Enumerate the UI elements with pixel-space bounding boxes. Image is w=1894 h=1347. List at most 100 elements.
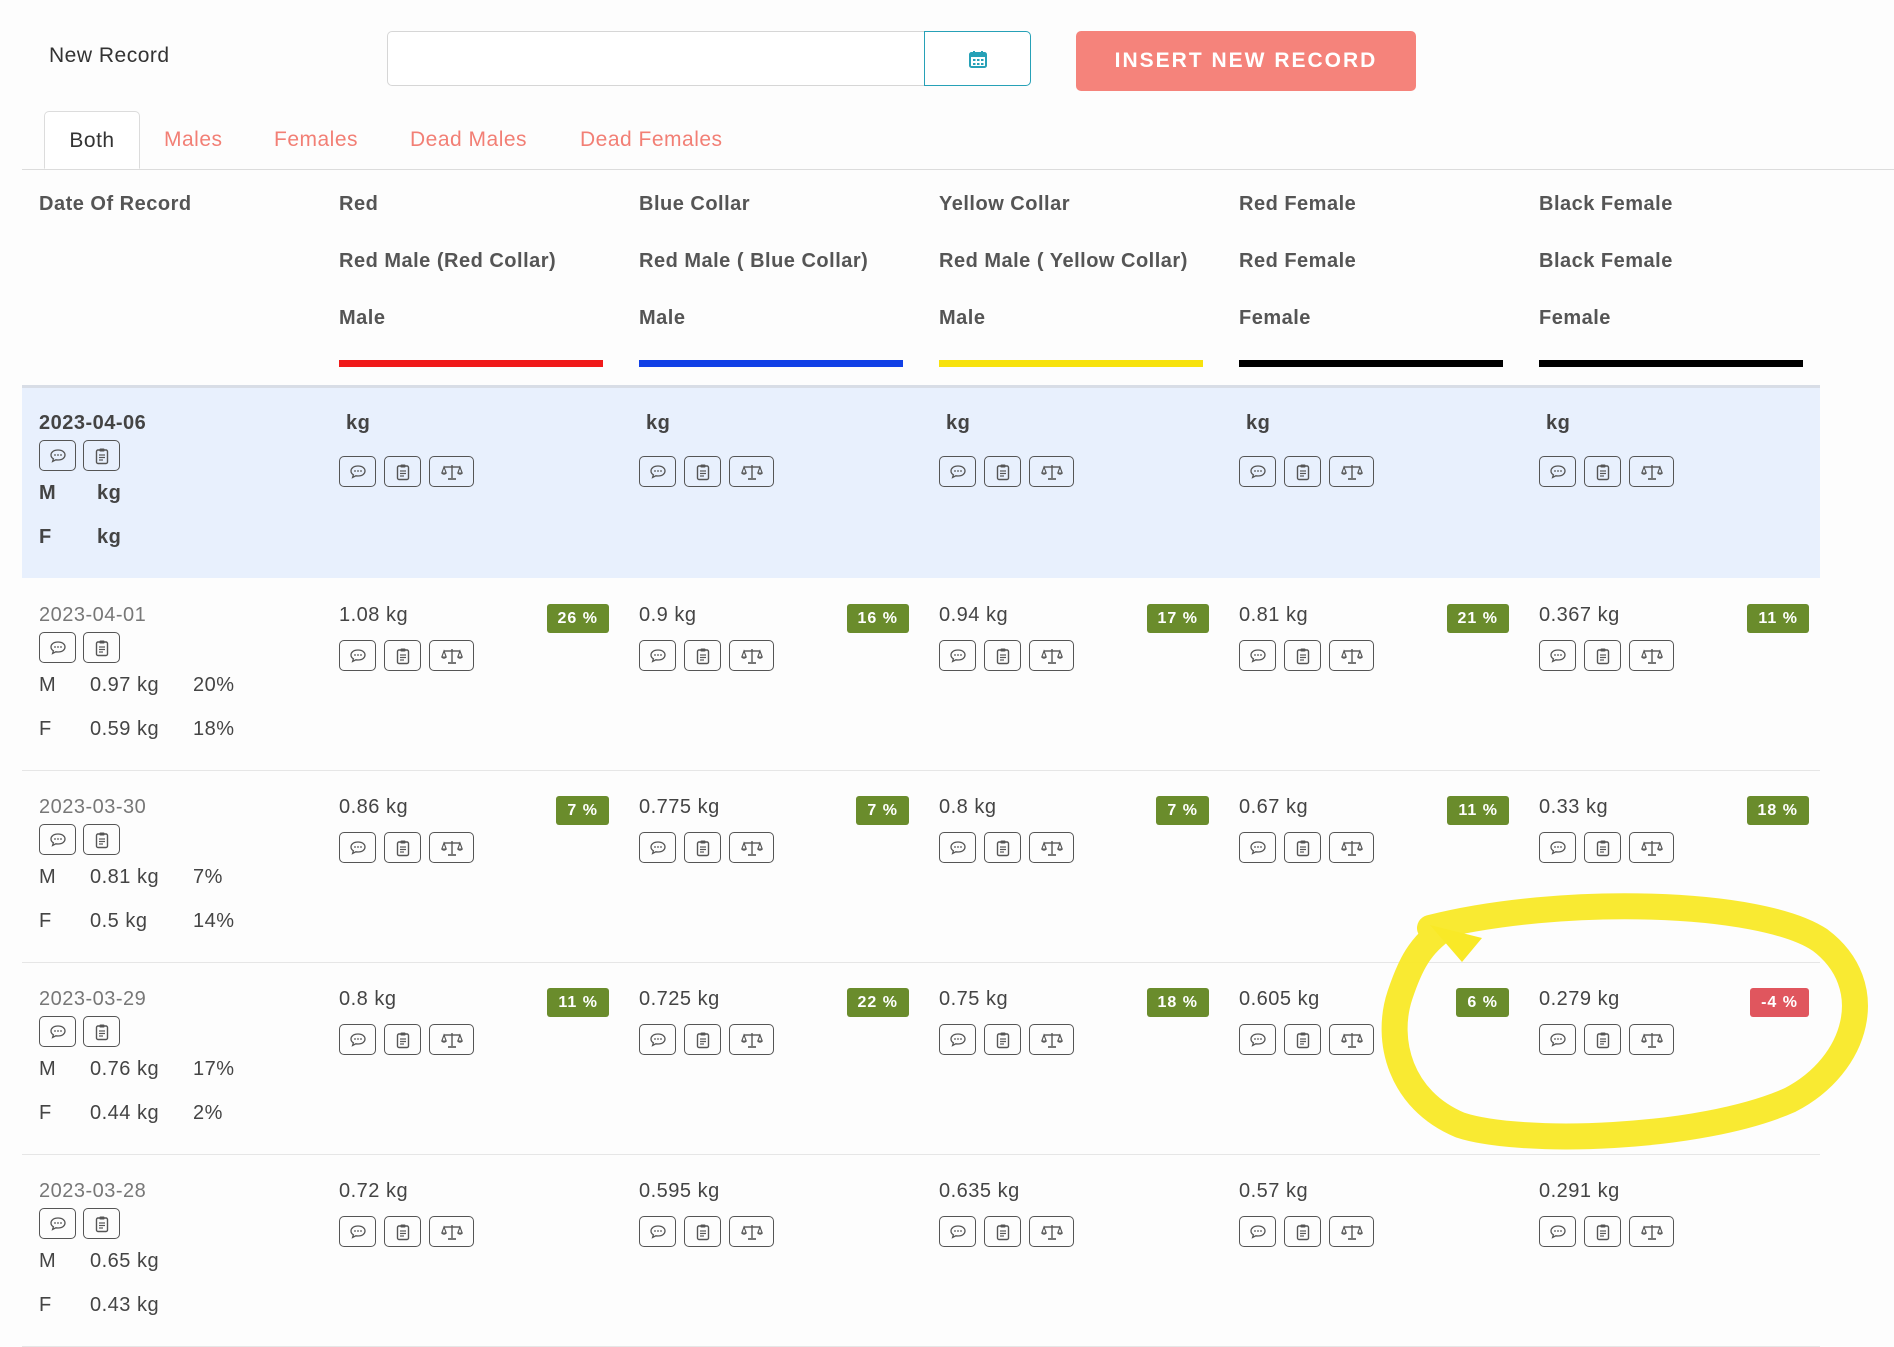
clipboard-button[interactable] — [83, 632, 120, 663]
scale-button[interactable] — [1629, 456, 1674, 487]
comment-button[interactable] — [39, 1208, 76, 1239]
clipboard-button[interactable] — [984, 1024, 1021, 1055]
scale-button[interactable] — [729, 1024, 774, 1055]
clipboard-button[interactable] — [1584, 1216, 1621, 1247]
comment-button[interactable] — [39, 1016, 76, 1047]
tab-females[interactable]: Females — [274, 111, 358, 169]
clipboard-button[interactable] — [684, 1024, 721, 1055]
comment-button[interactable] — [1239, 1216, 1276, 1247]
comment-button[interactable] — [39, 824, 76, 855]
insert-new-record-button[interactable]: INSERT NEW RECORD — [1076, 31, 1416, 91]
clipboard-icon — [95, 832, 108, 848]
comment-button[interactable] — [639, 1216, 676, 1247]
scale-button[interactable] — [729, 832, 774, 863]
clipboard-button[interactable] — [1284, 640, 1321, 671]
scale-button[interactable] — [1329, 1024, 1374, 1055]
clipboard-button[interactable] — [1584, 640, 1621, 671]
scale-button[interactable] — [429, 640, 474, 671]
scale-button[interactable] — [429, 1216, 474, 1247]
record-date-input[interactable] — [387, 31, 924, 86]
male-average-value: 0.65 kg — [90, 1250, 160, 1272]
clipboard-button[interactable] — [1584, 456, 1621, 487]
clipboard-button[interactable] — [83, 1208, 120, 1239]
scale-button[interactable] — [1629, 832, 1674, 863]
tab-both[interactable]: Both — [44, 111, 140, 169]
comment-button[interactable] — [639, 640, 676, 671]
clipboard-button[interactable] — [684, 640, 721, 671]
scale-button[interactable] — [729, 640, 774, 671]
scale-button[interactable] — [1029, 640, 1074, 671]
scale-button[interactable] — [429, 832, 474, 863]
clipboard-button[interactable] — [1584, 832, 1621, 863]
clipboard-button[interactable] — [1584, 1024, 1621, 1055]
clipboard-button[interactable] — [984, 640, 1021, 671]
scale-button[interactable] — [1629, 640, 1674, 671]
clipboard-button[interactable] — [1284, 832, 1321, 863]
tab-dead-males[interactable]: Dead Males — [410, 111, 527, 169]
comment-button[interactable] — [1539, 1216, 1576, 1247]
tab-dead-females[interactable]: Dead Females — [580, 111, 723, 169]
scale-button[interactable] — [1329, 456, 1374, 487]
clipboard-button[interactable] — [384, 832, 421, 863]
scale-button[interactable] — [429, 1024, 474, 1055]
comment-button[interactable] — [339, 832, 376, 863]
comment-button[interactable] — [639, 832, 676, 863]
comment-button[interactable] — [339, 640, 376, 671]
clipboard-button[interactable] — [384, 640, 421, 671]
comment-button[interactable] — [1239, 456, 1276, 487]
clipboard-button[interactable] — [984, 1216, 1021, 1247]
clipboard-button[interactable] — [1284, 456, 1321, 487]
clipboard-button[interactable] — [684, 456, 721, 487]
scale-button[interactable] — [1029, 1216, 1074, 1247]
scale-button[interactable] — [1629, 1216, 1674, 1247]
scale-button[interactable] — [729, 1216, 774, 1247]
comment-button[interactable] — [1539, 640, 1576, 671]
clipboard-button[interactable] — [83, 824, 120, 855]
comment-button[interactable] — [339, 456, 376, 487]
scale-button[interactable] — [1029, 1024, 1074, 1055]
clipboard-button[interactable] — [1284, 1024, 1321, 1055]
column-color-bar — [1239, 360, 1503, 367]
scale-button[interactable] — [1329, 640, 1374, 671]
comment-button[interactable] — [939, 1024, 976, 1055]
comment-button[interactable] — [1239, 640, 1276, 671]
clipboard-button[interactable] — [984, 832, 1021, 863]
clipboard-button[interactable] — [384, 1216, 421, 1247]
scale-button[interactable] — [1029, 832, 1074, 863]
comment-button[interactable] — [39, 632, 76, 663]
comment-button[interactable] — [1239, 832, 1276, 863]
comment-button[interactable] — [939, 1216, 976, 1247]
comment-button[interactable] — [939, 456, 976, 487]
comment-button[interactable] — [939, 832, 976, 863]
comment-button[interactable] — [39, 440, 76, 471]
clipboard-button[interactable] — [83, 440, 120, 471]
comment-button[interactable] — [339, 1024, 376, 1055]
comment-button[interactable] — [639, 1024, 676, 1055]
scale-button[interactable] — [429, 456, 474, 487]
comment-button[interactable] — [1539, 832, 1576, 863]
scale-button[interactable] — [1029, 456, 1074, 487]
clipboard-button[interactable] — [384, 456, 421, 487]
comment-button[interactable] — [339, 1216, 376, 1247]
tab-males[interactable]: Males — [164, 111, 223, 169]
clipboard-button[interactable] — [684, 832, 721, 863]
comment-button[interactable] — [1539, 1024, 1576, 1055]
clipboard-button[interactable] — [984, 456, 1021, 487]
clipboard-icon — [1296, 648, 1309, 664]
clipboard-button[interactable] — [684, 1216, 721, 1247]
clipboard-button[interactable] — [384, 1024, 421, 1055]
scale-button[interactable] — [1329, 1216, 1374, 1247]
clipboard-button[interactable] — [1284, 1216, 1321, 1247]
comment-button[interactable] — [939, 640, 976, 671]
comment-button[interactable] — [1539, 456, 1576, 487]
comment-button[interactable] — [639, 456, 676, 487]
comment-button[interactable] — [1239, 1024, 1276, 1055]
clipboard-icon — [1596, 840, 1609, 856]
new-record-label: New Record — [49, 44, 170, 67]
scale-button[interactable] — [1629, 1024, 1674, 1055]
clipboard-button[interactable] — [83, 1016, 120, 1047]
scale-button[interactable] — [729, 456, 774, 487]
column-header-sub: Red Male (Red Collar) — [339, 250, 557, 272]
calendar-button[interactable] — [924, 31, 1031, 86]
scale-button[interactable] — [1329, 832, 1374, 863]
